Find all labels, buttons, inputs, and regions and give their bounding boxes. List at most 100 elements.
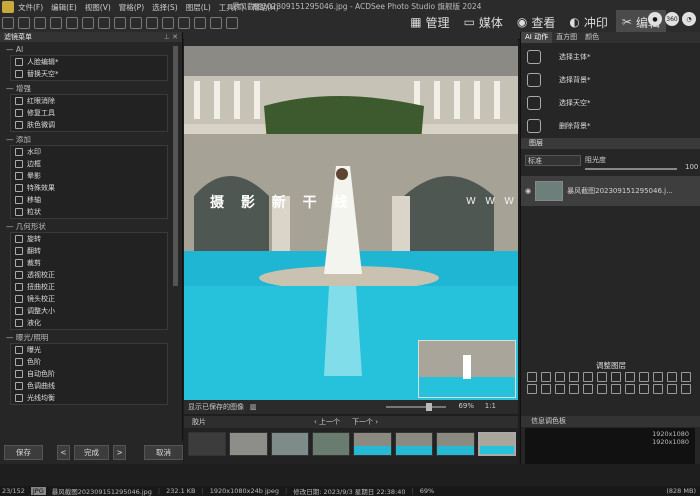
zoom-ratio[interactable]: 1:1	[485, 402, 496, 410]
ai-remove-background[interactable]: 删除背景*	[527, 114, 694, 137]
next-image-button[interactable]: 下一个 ›	[352, 417, 378, 427]
filter-vignette[interactable]: 晕影	[11, 170, 167, 182]
adjust-layer-icon[interactable]	[653, 384, 663, 394]
tab-color[interactable]: 颜色	[581, 32, 603, 43]
menu-file[interactable]: 文件(F)	[18, 2, 43, 13]
filter-auto-levels[interactable]: 自动色阶	[11, 368, 167, 380]
filter-grain[interactable]: 粒状	[11, 206, 167, 218]
ai-select-sky[interactable]: 选择天空*	[527, 91, 694, 114]
adjust-layer-icon[interactable]	[541, 372, 551, 382]
filmstrip-thumb[interactable]	[353, 432, 392, 456]
filter-perspective[interactable]: 透视校正	[11, 269, 167, 281]
brush-tool-icon[interactable]	[66, 17, 78, 29]
mode-manage[interactable]: ▦ 管理	[404, 10, 455, 34]
mode-develop[interactable]: ◐ 冲印	[563, 10, 614, 34]
section-geometry-title[interactable]: — 几何形状	[0, 221, 182, 232]
filter-special-effects[interactable]: 特殊效果	[11, 182, 167, 194]
tab-histogram[interactable]: 直方图	[552, 32, 581, 43]
filter-lens[interactable]: 镜头校正	[11, 293, 167, 305]
adjust-layer-icon[interactable]	[583, 384, 593, 394]
filter-crop[interactable]: 裁剪	[11, 257, 167, 269]
adjust-layer-icon[interactable]	[527, 372, 537, 382]
adjust-layer-icon[interactable]	[541, 384, 551, 394]
adjust-layer-icon[interactable]	[625, 384, 635, 394]
zoom-slider[interactable]	[386, 403, 446, 411]
filmstrip-thumb[interactable]	[394, 432, 434, 456]
section-enhance-title[interactable]: — 增强	[0, 83, 182, 94]
filter-liquify[interactable]: 液化	[11, 317, 167, 329]
opacity-value[interactable]: 100	[685, 163, 698, 171]
dashboard-icon[interactable]: ◔	[682, 12, 696, 26]
tab-ai-actions[interactable]: AI 动作	[521, 32, 553, 43]
adjust-layer-icon[interactable]	[681, 384, 691, 394]
section-add-title[interactable]: — 添加	[0, 134, 182, 145]
filter-rotate[interactable]: 旋转	[11, 233, 167, 245]
adjust-layer-icon[interactable]	[527, 384, 537, 394]
adjust-layer-icon[interactable]	[569, 372, 579, 382]
adjust-layer-icon[interactable]	[639, 384, 649, 394]
filmstrip-thumb[interactable]	[229, 432, 268, 456]
layer-item[interactable]: ◉ 暴风截图202309151295046.j...	[521, 176, 700, 206]
360-icon[interactable]: 360	[665, 12, 679, 26]
menu-view[interactable]: 视图(V)	[85, 2, 111, 13]
menu-select[interactable]: 选择(S)	[152, 2, 178, 13]
adjust-layer-icon[interactable]	[667, 384, 677, 394]
clone-tool-icon[interactable]	[82, 17, 94, 29]
ellipse-tool-icon[interactable]	[162, 17, 174, 29]
pencil-tool-icon[interactable]	[210, 17, 222, 29]
filter-face-edit[interactable]: 人脸编辑*	[11, 56, 167, 68]
filter-repair[interactable]: 修复工具	[11, 107, 167, 119]
navigator-thumbnail[interactable]	[418, 340, 516, 398]
filter-watermark[interactable]: 水印	[11, 146, 167, 158]
eraser-tool-icon[interactable]	[98, 17, 110, 29]
filter-tilt-shift[interactable]: 移轴	[11, 194, 167, 206]
menu-edit[interactable]: 编辑(E)	[51, 2, 77, 13]
filter-skin-tune[interactable]: 肤色微调	[11, 119, 167, 131]
save-button[interactable]: 保存	[4, 444, 44, 460]
adjust-layer-icon[interactable]	[611, 384, 621, 394]
filter-light-eq[interactable]: 光线均衡	[11, 392, 167, 404]
histogram-toggle-icon[interactable]: ▥	[250, 403, 257, 411]
filter-replace-sky[interactable]: 替换天空*	[11, 68, 167, 80]
panel-pin-close-icon[interactable]: ⊥ ✕	[164, 32, 178, 42]
blend-mode-select[interactable]: 标准	[525, 154, 581, 166]
opacity-slider[interactable]	[585, 168, 677, 170]
image-canvas[interactable]: 摄 影 新 干 线 W W W . P H O T O S 4 S . V I …	[184, 46, 518, 400]
menu-layer[interactable]: 图层(L)	[186, 2, 211, 13]
left-scrollbar[interactable]	[173, 46, 178, 286]
bucket-tool-icon[interactable]	[226, 17, 238, 29]
adjust-layer-icon[interactable]	[555, 372, 565, 382]
ai-select-subject[interactable]: 选择主体*	[527, 45, 694, 68]
adjust-layer-icon[interactable]	[653, 372, 663, 382]
filter-distortion[interactable]: 扭曲校正	[11, 281, 167, 293]
adjust-layer-icon[interactable]	[667, 372, 677, 382]
filmstrip-thumb[interactable]	[188, 432, 227, 456]
filter-tone-curve[interactable]: 色调曲线	[11, 380, 167, 392]
gradient-tool-icon[interactable]	[114, 17, 126, 29]
filter-flip[interactable]: 翻转	[11, 245, 167, 257]
camera-icon[interactable]: ●	[648, 12, 662, 26]
adjust-layer-icon[interactable]	[597, 372, 607, 382]
adjust-layer-icon[interactable]	[583, 372, 593, 382]
section-exposure-title[interactable]: — 曝光/照明	[0, 332, 182, 343]
filter-levels[interactable]: 色阶	[11, 356, 167, 368]
adjust-layer-icon[interactable]	[569, 384, 579, 394]
prev-image-button[interactable]: ‹ 上一个	[314, 417, 340, 427]
line-tool-icon[interactable]	[178, 17, 190, 29]
adjust-layer-icon[interactable]	[639, 372, 649, 382]
filmstrip-thumb[interactable]	[312, 432, 351, 456]
done-button[interactable]: 完成	[73, 444, 110, 460]
lasso-tool-icon[interactable]	[34, 17, 46, 29]
adjust-layer-icon[interactable]	[597, 384, 607, 394]
filmstrip-thumb[interactable]	[436, 432, 475, 456]
crop-tool-icon[interactable]	[50, 17, 62, 29]
mode-media[interactable]: ▭ 媒体	[458, 10, 509, 34]
rect-tool-icon[interactable]	[146, 17, 158, 29]
filmstrip-thumb[interactable]	[270, 432, 310, 456]
adjust-layer-icon[interactable]	[555, 384, 565, 394]
filter-exposure[interactable]: 曝光	[11, 344, 167, 356]
select-tool-icon[interactable]	[18, 17, 30, 29]
filter-resize[interactable]: 调整大小	[11, 305, 167, 317]
menu-pane[interactable]: 窗格(P)	[119, 2, 144, 13]
filter-border[interactable]: 边框	[11, 158, 167, 170]
